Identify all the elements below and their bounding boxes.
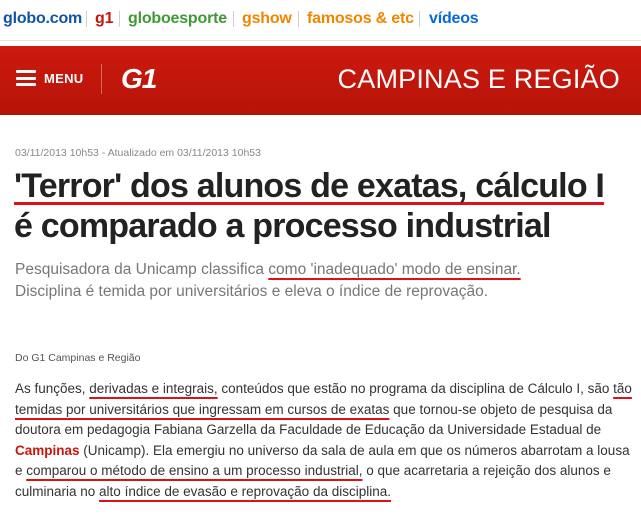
globo-topbar: globo.com g1 globoesporte gshow famosos …	[0, 0, 641, 41]
link-famosos[interactable]: famosos & etc	[307, 10, 414, 28]
menu-icon[interactable]	[16, 70, 36, 86]
body-highlight: comparou o método de ensino a um process…	[26, 463, 363, 478]
nav-separator	[419, 11, 420, 27]
g1-header: MENU G1 CAMPINAS E REGIÃO	[0, 46, 641, 115]
nav-separator	[233, 11, 234, 27]
campinas-link[interactable]: Campinas	[15, 443, 80, 458]
link-gshow[interactable]: gshow	[242, 10, 292, 28]
article-headline: 'Terror' dos alunos de exatas, cálculo I…	[14, 166, 634, 246]
article-timestamp: 03/11/2013 10h53 - Atualizado em 03/11/2…	[15, 147, 261, 159]
link-videos[interactable]: vídeos	[429, 10, 479, 28]
link-globoesporte[interactable]: globoesporte	[128, 10, 227, 28]
body-highlight: alto índice de evasão e reprovação da di…	[99, 483, 391, 499]
article-subtitle: Pesquisadora da Unicamp classifica como …	[15, 259, 635, 303]
menu-button[interactable]: MENU	[44, 71, 83, 86]
headline-line-2: é comparado a processo industrial	[14, 207, 551, 245]
body-highlight: derivadas e integrais,	[89, 381, 218, 396]
nav-separator	[119, 11, 120, 27]
link-g1[interactable]: g1	[95, 10, 113, 28]
subtitle-part-2: Disciplina é temida por universitários e…	[15, 283, 488, 300]
body-text: conteúdos que estão no programa da disci…	[217, 381, 614, 396]
subtitle-highlight: como 'inadequado' modo de ensinar.	[268, 261, 521, 278]
body-text: As funções,	[15, 381, 90, 396]
header-divider	[101, 64, 102, 94]
nav-separator	[86, 11, 87, 27]
link-globo[interactable]: globo.com	[3, 10, 82, 28]
g1-logo[interactable]: G1	[121, 63, 157, 95]
article-body: As funções, derivadas e integrais, conte…	[15, 379, 635, 502]
article-byline: Do G1 Campinas e Região	[15, 352, 141, 364]
nav-separator	[298, 11, 299, 27]
headline-line-1: 'Terror' dos alunos de exatas, cálculo I	[14, 167, 605, 205]
region-title[interactable]: CAMPINAS E REGIÃO	[320, 64, 620, 95]
subtitle-part: Pesquisadora da Unicamp classifica	[15, 261, 269, 278]
